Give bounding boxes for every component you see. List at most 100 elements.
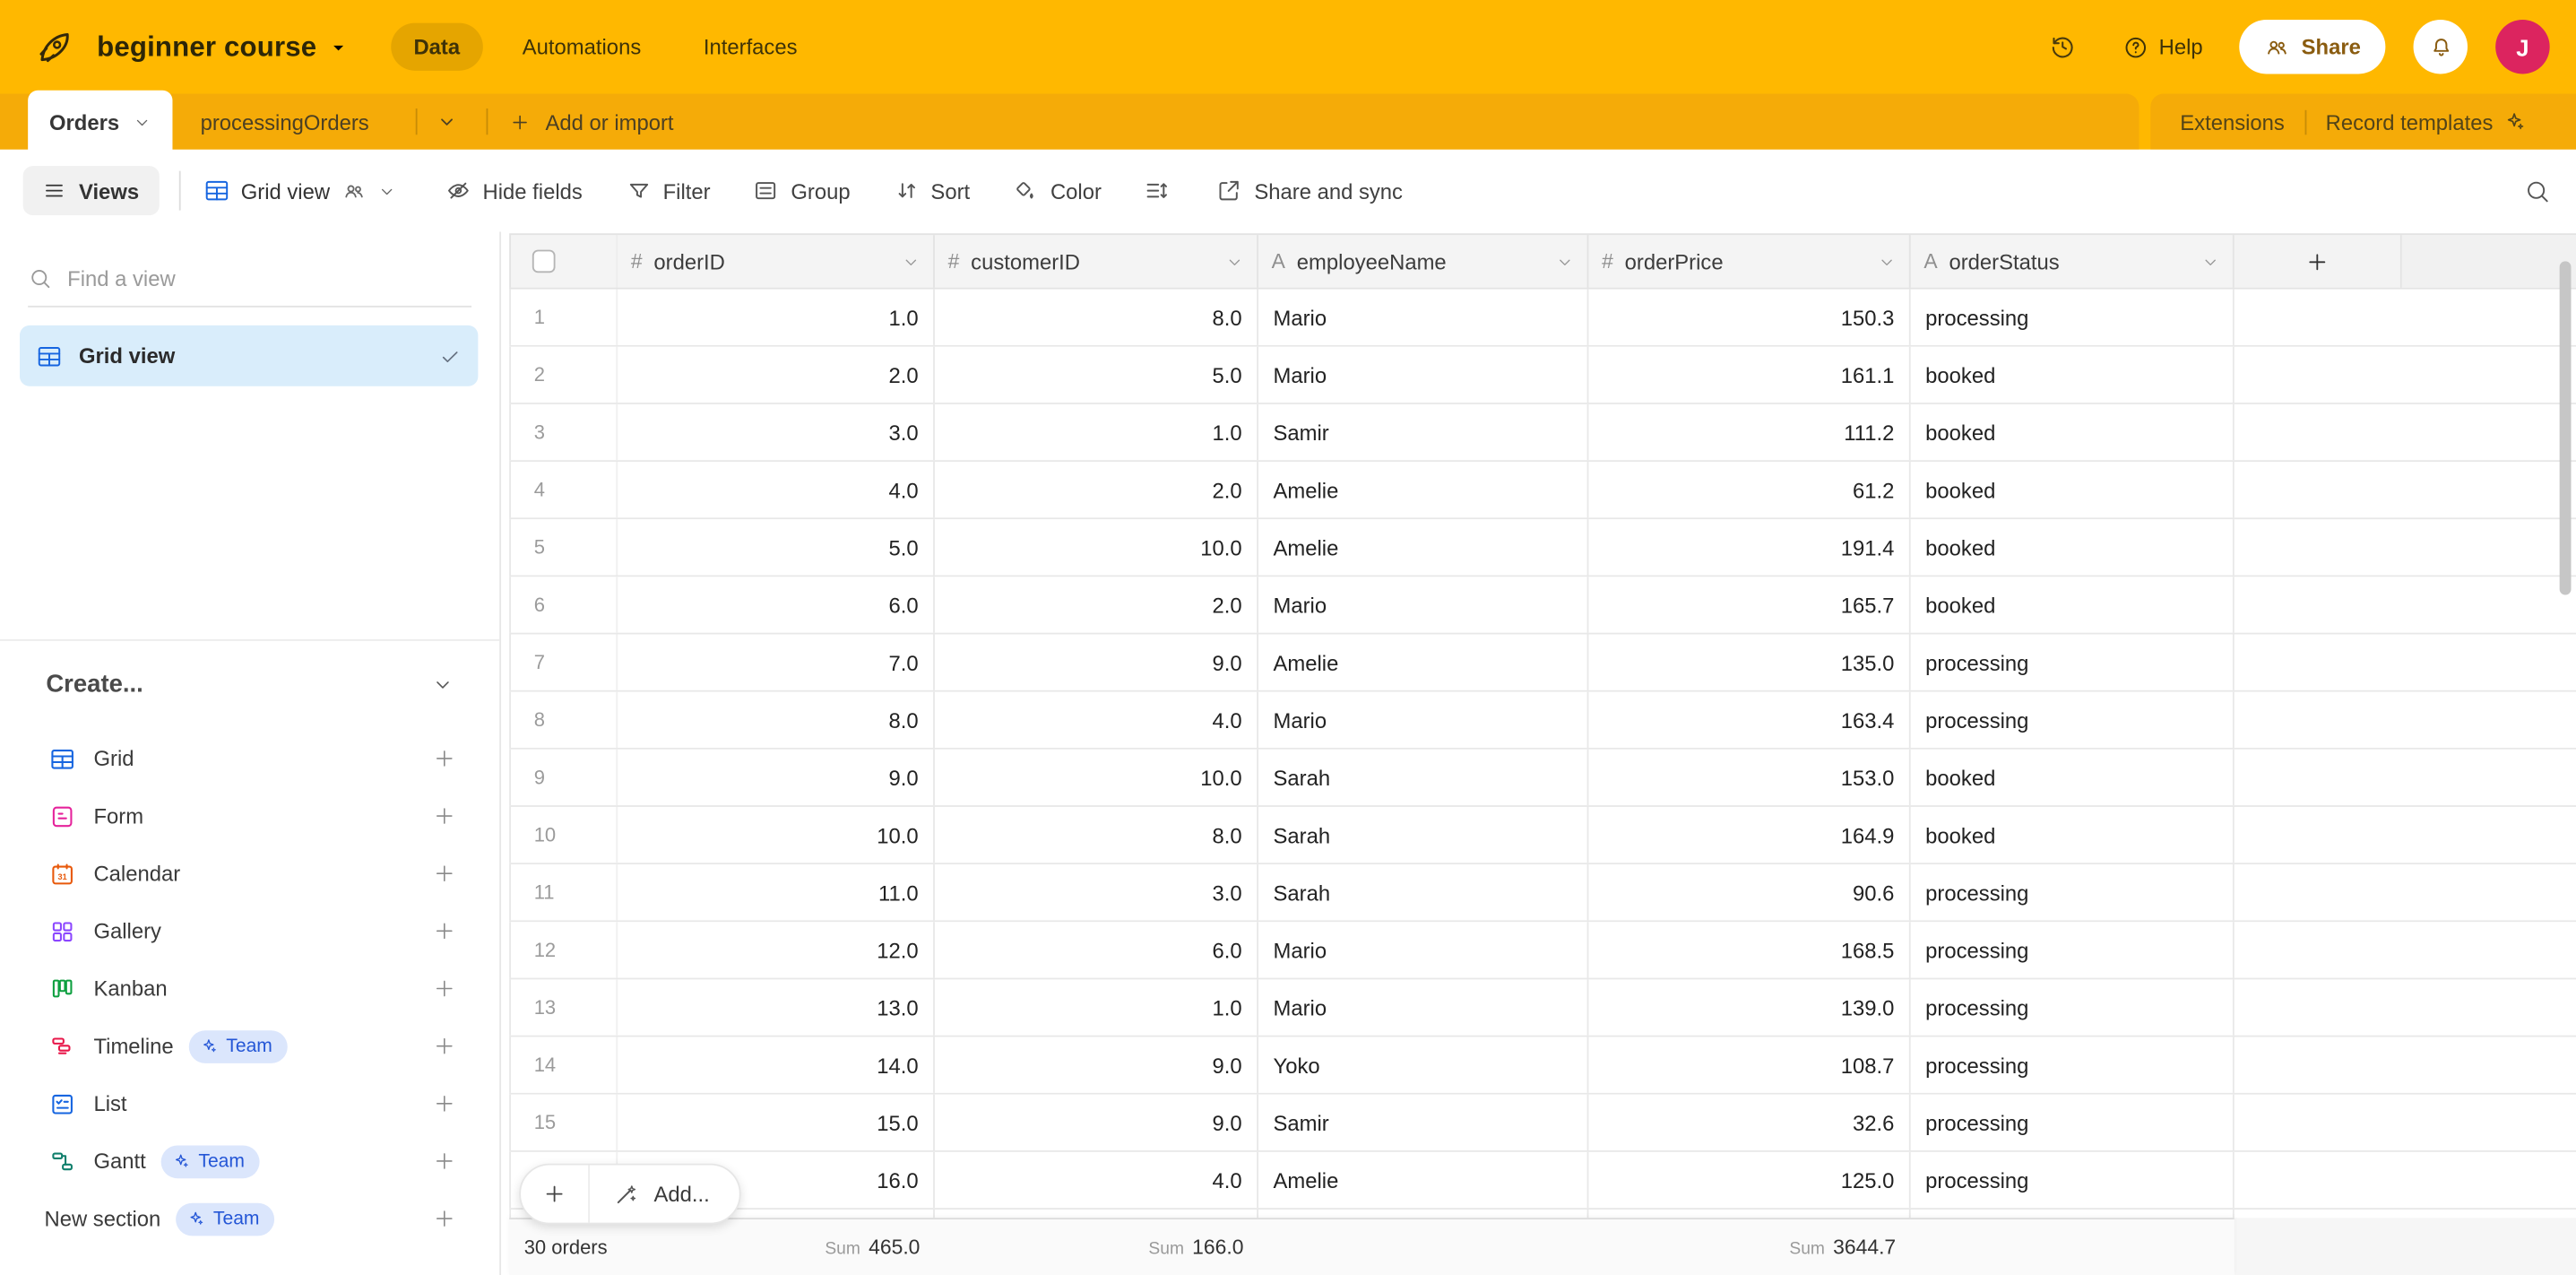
- cell-orderprice[interactable]: 108.7: [1588, 1037, 1910, 1093]
- cell-employeename[interactable]: Mario: [1258, 290, 1588, 345]
- create-item-new-section[interactable]: New sectionTeam: [0, 1190, 499, 1247]
- cell-customerid[interactable]: 6.0: [935, 922, 1258, 977]
- cell-customerid[interactable]: 5.0: [935, 347, 1258, 403]
- cell-employeename[interactable]: Amelie: [1258, 519, 1588, 575]
- notifications-button[interactable]: [2414, 20, 2468, 74]
- cell-orderid[interactable]: 4.0: [618, 462, 935, 517]
- cell-orderid[interactable]: 1.0: [618, 290, 935, 345]
- cell-orderprice[interactable]: 164.9: [1588, 807, 1910, 863]
- add-record-button[interactable]: [521, 1166, 590, 1223]
- sidebar-view-grid-view[interactable]: Grid view: [20, 325, 478, 386]
- create-item-grid[interactable]: Grid: [0, 730, 499, 787]
- share-button[interactable]: Share: [2239, 20, 2385, 74]
- cell-customerid[interactable]: 1.0: [935, 404, 1258, 460]
- select-all-checkbox[interactable]: [532, 250, 556, 273]
- summary-orderprice-cell[interactable]: Sum 3644.7: [1588, 1236, 1910, 1259]
- cell-orderstatus[interactable]: booked: [1911, 807, 2235, 863]
- cell-orderstatus[interactable]: processing: [1911, 692, 2235, 748]
- orderid-sum[interactable]: 465.0: [869, 1236, 920, 1259]
- row-number[interactable]: 2: [509, 347, 618, 403]
- cell-orderid[interactable]: 9.0: [618, 750, 935, 805]
- cell-orderid[interactable]: 5.0: [618, 519, 935, 575]
- record-templates-button[interactable]: Record templates: [2306, 109, 2547, 134]
- plus-icon[interactable]: [432, 1091, 456, 1115]
- cell-orderstatus[interactable]: processing: [1911, 1037, 2235, 1093]
- rocket-logo-icon[interactable]: [33, 25, 76, 68]
- cell-employeename[interactable]: Sarah: [1258, 864, 1588, 920]
- cell-orderstatus[interactable]: booked: [1911, 404, 2235, 460]
- cell-orderstatus[interactable]: processing: [1911, 922, 2235, 977]
- cell-employeename[interactable]: Amelie: [1258, 1152, 1588, 1208]
- row-height-button[interactable]: [1145, 178, 1171, 204]
- help-button[interactable]: Help: [2122, 34, 2202, 60]
- extensions-button[interactable]: Extensions: [2164, 109, 2304, 134]
- tab-data[interactable]: Data: [391, 23, 483, 71]
- create-item-kanban[interactable]: Kanban: [0, 959, 499, 1017]
- cell-orderprice[interactable]: 168.5: [1588, 922, 1910, 977]
- row-number[interactable]: 15: [509, 1095, 618, 1150]
- cell-orderprice[interactable]: 163.4: [1588, 692, 1910, 748]
- cell-customerid[interactable]: 10.0: [935, 750, 1258, 805]
- create-item-calendar[interactable]: 31Calendar: [0, 845, 499, 902]
- row-number[interactable]: 5: [509, 519, 618, 575]
- row-number[interactable]: 9: [509, 750, 618, 805]
- cell-employeename[interactable]: Mario: [1258, 979, 1588, 1035]
- cell-employeename[interactable]: Samir: [1258, 1095, 1588, 1150]
- cell-orderprice[interactable]: 161.1: [1588, 347, 1910, 403]
- row-number[interactable]: 7: [509, 635, 618, 690]
- cell-orderprice[interactable]: 135.0: [1588, 635, 1910, 690]
- cell-employeename[interactable]: Mario: [1258, 922, 1588, 977]
- cell-orderprice[interactable]: 61.2: [1588, 462, 1910, 517]
- row-number[interactable]: 13: [509, 979, 618, 1035]
- cell-orderstatus[interactable]: processing: [1911, 1095, 2235, 1150]
- column-header-orderid[interactable]: #orderID: [618, 235, 935, 288]
- plus-icon[interactable]: [432, 746, 456, 770]
- row-number[interactable]: 11: [509, 864, 618, 920]
- cell-orderprice[interactable]: 125.0: [1588, 1152, 1910, 1208]
- cell-employeename[interactable]: Sarah: [1258, 807, 1588, 863]
- chevron-down-icon[interactable]: [1225, 252, 1243, 270]
- cell-employeename[interactable]: Mario: [1258, 577, 1588, 632]
- cell-orderstatus[interactable]: processing: [1911, 635, 2235, 690]
- column-header-customerid[interactable]: #customerID: [935, 235, 1258, 288]
- column-header-orderprice[interactable]: #orderPrice: [1588, 235, 1910, 288]
- cell-orderstatus[interactable]: processing: [1911, 864, 2235, 920]
- create-item-gallery[interactable]: Gallery: [0, 902, 499, 959]
- chevron-down-icon[interactable]: [328, 37, 348, 56]
- table-list-chevron-icon[interactable]: [437, 112, 457, 132]
- cell-orderid[interactable]: 7.0: [618, 635, 935, 690]
- cell-orderid[interactable]: 10.0: [618, 807, 935, 863]
- cell-orderstatus[interactable]: booked: [1911, 519, 2235, 575]
- add-field-button[interactable]: [2235, 235, 2402, 288]
- find-view-input[interactable]: [67, 266, 471, 291]
- cell-orderid[interactable]: 12.0: [618, 922, 935, 977]
- cell-customerid[interactable]: 8.0: [935, 290, 1258, 345]
- row-number[interactable]: 4: [509, 462, 618, 517]
- history-icon[interactable]: [2049, 33, 2077, 61]
- tab-automations[interactable]: Automations: [499, 23, 664, 71]
- vertical-scrollbar[interactable]: [2560, 261, 2572, 594]
- cell-orderprice[interactable]: 139.0: [1588, 979, 1910, 1035]
- plus-icon[interactable]: [432, 803, 456, 828]
- cell-customerid[interactable]: 10.0: [935, 519, 1258, 575]
- cell-customerid[interactable]: 2.0: [935, 577, 1258, 632]
- find-view-search[interactable]: [28, 251, 471, 307]
- current-view-button[interactable]: Grid view: [203, 178, 396, 204]
- plus-icon[interactable]: [432, 1149, 456, 1173]
- cell-customerid[interactable]: 4.0: [935, 692, 1258, 748]
- table-tab-orders[interactable]: Orders: [28, 91, 172, 153]
- row-number[interactable]: 14: [509, 1037, 618, 1093]
- cell-orderid[interactable]: 15.0: [618, 1095, 935, 1150]
- cell-orderprice[interactable]: 90.6: [1588, 864, 1910, 920]
- column-header-orderstatus[interactable]: AorderStatus: [1911, 235, 2235, 288]
- cell-employeename[interactable]: Yoko: [1258, 1037, 1588, 1093]
- plus-icon[interactable]: [432, 919, 456, 943]
- cell-orderstatus[interactable]: processing: [1911, 1152, 2235, 1208]
- cell-orderprice[interactable]: 153.0: [1588, 750, 1910, 805]
- cell-employeename[interactable]: Amelie: [1258, 462, 1588, 517]
- create-item-list[interactable]: List: [0, 1075, 499, 1132]
- row-number[interactable]: 1: [509, 290, 618, 345]
- cell-orderid[interactable]: 8.0: [618, 692, 935, 748]
- cell-orderprice[interactable]: 111.2: [1588, 404, 1910, 460]
- cell-orderstatus[interactable]: booked: [1911, 577, 2235, 632]
